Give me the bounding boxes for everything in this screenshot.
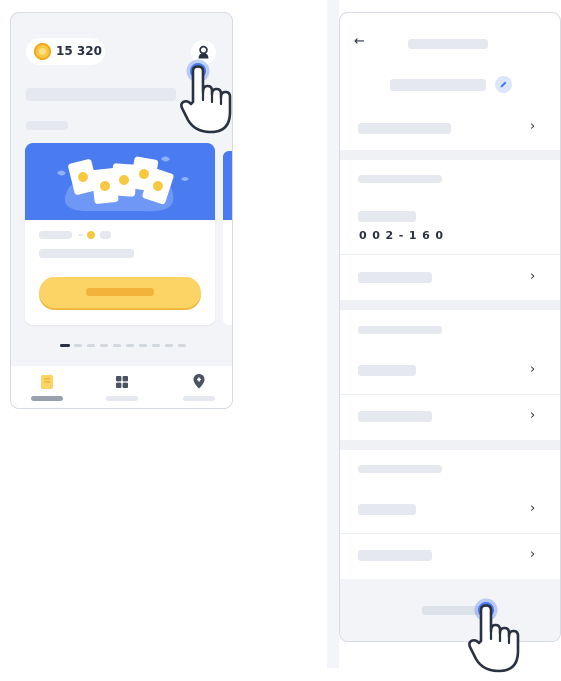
next-card-peek[interactable] [223,151,232,325]
section-separator [340,440,560,450]
game-card[interactable] [25,143,215,325]
coin-icon [34,43,51,60]
emoji-cards-illustration [57,156,189,212]
bottom-action-area [340,579,560,641]
notes-icon [41,375,53,389]
background-strip [327,0,339,668]
carousel-dot[interactable] [100,344,108,347]
section-header-placeholder [358,175,442,183]
tab-location[interactable] [191,373,207,390]
carousel-dot-active[interactable] [60,344,70,347]
carousel-dot[interactable] [152,344,160,347]
tab-bar [11,366,232,408]
profile-name-placeholder [390,79,486,91]
carousel-dot[interactable] [87,344,95,347]
coin-icon [87,231,95,239]
play-button[interactable] [39,277,201,308]
carousel-dot[interactable] [139,344,147,347]
section-separator [340,300,560,310]
card-reward-placeholder [100,231,111,239]
carousel-dot[interactable] [165,344,173,347]
card-illustration [25,143,215,220]
carousel-dot[interactable] [74,344,82,347]
carousel-dot[interactable] [113,344,121,347]
settings-row-2[interactable] [340,255,560,299]
tab-notes-label-placeholder [31,396,63,401]
tab-location-label-placeholder [183,396,215,401]
next-card-illustration [223,151,232,220]
code-value: 002-160 [359,229,449,242]
back-button[interactable]: ← [354,35,365,49]
settings-row-3[interactable] [340,349,560,393]
screen-title-placeholder [408,39,488,49]
grid-icon [116,376,128,388]
settings-row-1[interactable] [340,109,560,149]
settings-row-6[interactable] [340,534,560,578]
carousel-dot[interactable] [178,344,186,347]
location-pin-icon [193,374,205,389]
edit-button[interactable] [495,76,512,93]
pencil-icon [500,81,507,88]
section-header-placeholder [358,465,442,473]
coin-balance: 15 320 [56,44,102,58]
tap-hand-gesture [466,597,524,673]
section-label-placeholder [26,121,68,130]
section-separator [340,150,560,160]
tap-hand-gesture [178,58,236,138]
section-header-placeholder [358,326,442,334]
headline-placeholder [26,88,176,101]
carousel-dot[interactable] [126,344,134,347]
card-subtitle-placeholder [39,249,134,258]
play-button-label-placeholder [86,288,154,296]
hand-pointer-icon [468,598,520,673]
coin-balance-pill[interactable]: 15 320 [26,38,105,65]
tab-grid[interactable] [114,374,130,390]
card-title-dot [78,234,83,236]
settings-row-5[interactable] [340,488,560,532]
tab-notes[interactable] [39,374,55,390]
code-label-placeholder [358,211,416,222]
card-title-placeholder [39,231,72,239]
settings-row-4[interactable] [340,395,560,439]
tab-grid-label-placeholder [106,396,138,401]
profile-screen: ← › 002-160 › › › › › [339,12,561,642]
hand-pointer-icon [180,59,232,134]
